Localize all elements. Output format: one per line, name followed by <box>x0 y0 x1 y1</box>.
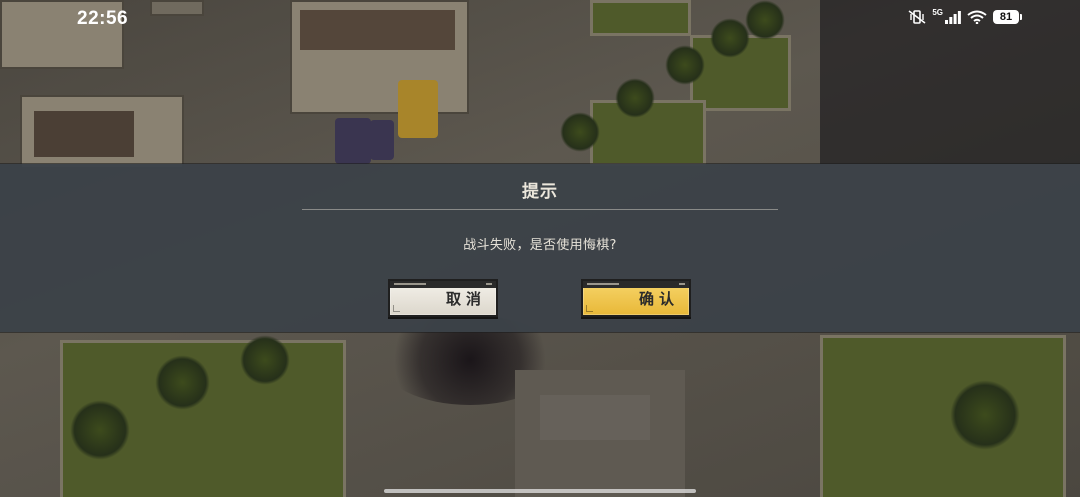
dialog-divider <box>302 209 778 210</box>
palm-tree <box>560 112 600 152</box>
lawn-tile <box>590 0 691 36</box>
map-building <box>150 0 204 16</box>
button-header-strip <box>390 281 496 288</box>
home-indicator[interactable] <box>384 489 696 493</box>
confirm-button[interactable]: 确认 <box>581 279 691 317</box>
palm-tree <box>710 18 750 58</box>
map-building <box>290 0 469 114</box>
button-header-strip <box>583 281 689 288</box>
palm-tree <box>155 355 210 410</box>
palm-tree <box>745 0 785 40</box>
network-type-label: 5G <box>932 7 943 17</box>
status-bar-time: 22:56 <box>77 8 129 29</box>
cancel-button-label: 取消 <box>445 290 486 308</box>
dialog-title: 提示 <box>522 182 558 202</box>
cancel-button[interactable]: 取消 <box>388 279 498 317</box>
vibrate-mute-icon <box>908 10 926 24</box>
palm-tree <box>615 78 655 118</box>
map-building <box>20 95 184 169</box>
dialog-message: 战斗失败，是否使用悔棋? <box>463 238 617 253</box>
game-screen: 22:56 5G 81 提示 战斗失败，是否使用悔棋? 取消 确认 <box>0 0 1080 497</box>
battery-icon: 81 <box>993 10 1022 24</box>
battery-level: 81 <box>993 10 1019 24</box>
mech-unit <box>398 80 438 138</box>
mech-unit <box>370 120 394 160</box>
cellular-signal-icon <box>945 10 961 24</box>
confirm-button-label: 确认 <box>638 290 679 308</box>
mech-unit <box>335 118 371 164</box>
palm-tree <box>665 45 705 85</box>
status-bar-icons: 5G 81 <box>908 7 1022 24</box>
palm-tree <box>950 380 1020 450</box>
palm-tree <box>240 335 290 385</box>
wifi-icon <box>967 10 987 24</box>
confirm-dialog: 提示 战斗失败，是否使用悔棋? 取消 确认 <box>0 164 1080 332</box>
palm-tree <box>70 400 130 460</box>
lawn-tile <box>820 335 1066 497</box>
